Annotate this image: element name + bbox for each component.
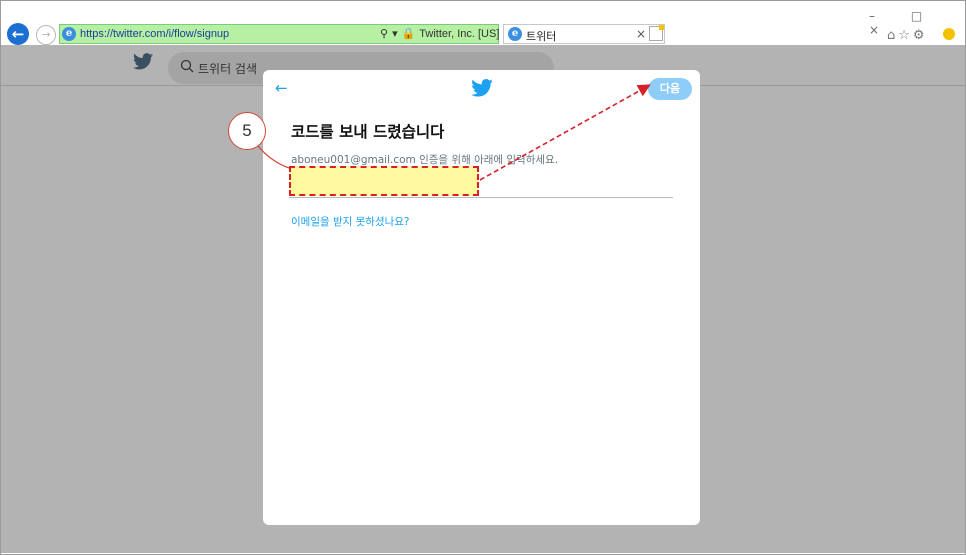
annotation-arrow bbox=[479, 84, 651, 181]
annotation-overlay bbox=[257, 84, 651, 181]
step-number-badge: 5 bbox=[228, 112, 266, 150]
callout-leader-line bbox=[257, 145, 290, 169]
